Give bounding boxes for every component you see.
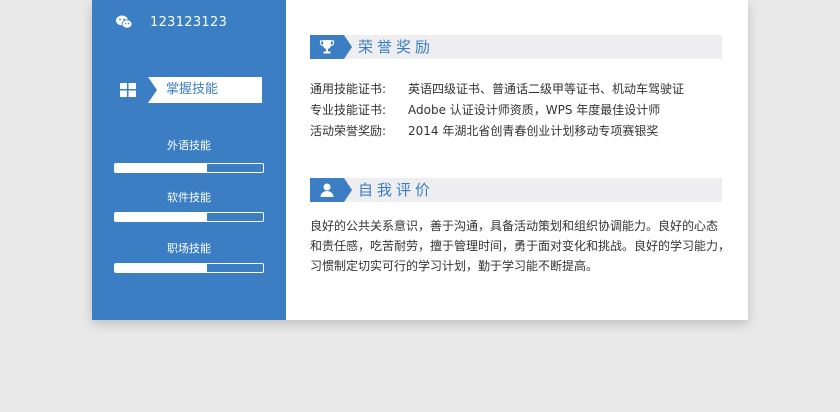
- skill-name: 职场技能: [167, 242, 211, 255]
- skills-header: 掌握技能: [114, 77, 262, 103]
- skill-bar-2: [114, 263, 264, 273]
- resume-page: 123123123 掌握技能 外语技能 软件技能 职场技能 荣誉奖励 通用技能证…: [92, 0, 748, 320]
- evaluation-line: 习惯制定切实可行的学习计划，勤于学习能不断提高。: [310, 259, 599, 273]
- award-key: 通用技能证书:: [310, 82, 387, 96]
- evaluation-title: 自我评价: [358, 181, 435, 199]
- sidebar: 123123123 掌握技能 外语技能 软件技能 职场技能: [92, 0, 286, 320]
- wechat-icon: [116, 15, 132, 29]
- evaluation-badge: [310, 178, 352, 202]
- award-row: 专业技能证书: Adobe 认证设计师资质，WPS 年度最佳设计师: [310, 101, 660, 119]
- award-row: 通用技能证书: 英语四级证书、普通话二级甲等证书、机动车驾驶证: [310, 80, 684, 98]
- skill-bar-0: [114, 163, 264, 173]
- evaluation-line: 良好的公共关系意识，善于沟通，具备活动策划和组织协调能力。良好的心态: [310, 219, 719, 233]
- award-value: Adobe 认证设计师资质，WPS 年度最佳设计师: [408, 103, 661, 117]
- skill-bar-fill: [115, 213, 207, 221]
- user-icon: [320, 183, 334, 197]
- skill-bar-fill: [115, 264, 207, 272]
- award-value: 2014 年湖北省创青春创业计划移动专项赛银奖: [408, 124, 659, 138]
- awards-badge: [310, 35, 352, 59]
- main-content: 荣誉奖励 通用技能证书: 英语四级证书、普通话二级甲等证书、机动车驾驶证 专业技…: [286, 0, 748, 320]
- awards-title: 荣誉奖励: [358, 38, 435, 56]
- award-key: 活动荣誉奖励:: [310, 124, 387, 138]
- trophy-icon: [319, 40, 335, 54]
- skill-name: 软件技能: [167, 191, 211, 204]
- contact-wechat: 123123123: [116, 12, 227, 32]
- award-value: 英语四级证书、普通话二级甲等证书、机动车驾驶证: [408, 82, 685, 96]
- evaluation-line: 和责任感，吃苦耐劳，擅于管理时间，勇于面对变化和挑战。良好的学习能力，: [310, 239, 731, 253]
- awards-header: 荣誉奖励: [310, 35, 722, 59]
- skill-bar-1: [114, 212, 264, 222]
- skills-header-label: 掌握技能: [166, 82, 219, 97]
- windows-icon: [120, 83, 136, 97]
- award-key: 专业技能证书:: [310, 103, 387, 117]
- evaluation-header: 自我评价: [310, 178, 722, 202]
- skill-name: 外语技能: [167, 139, 211, 152]
- skill-bar-fill: [115, 164, 207, 172]
- wechat-id: 123123123: [150, 14, 228, 30]
- evaluation-text: 良好的公共关系意识，善于沟通，具备活动策划和组织协调能力。良好的心态 和责任感，…: [310, 216, 730, 276]
- award-row: 活动荣誉奖励: 2014 年湖北省创青春创业计划移动专项赛银奖: [310, 122, 658, 140]
